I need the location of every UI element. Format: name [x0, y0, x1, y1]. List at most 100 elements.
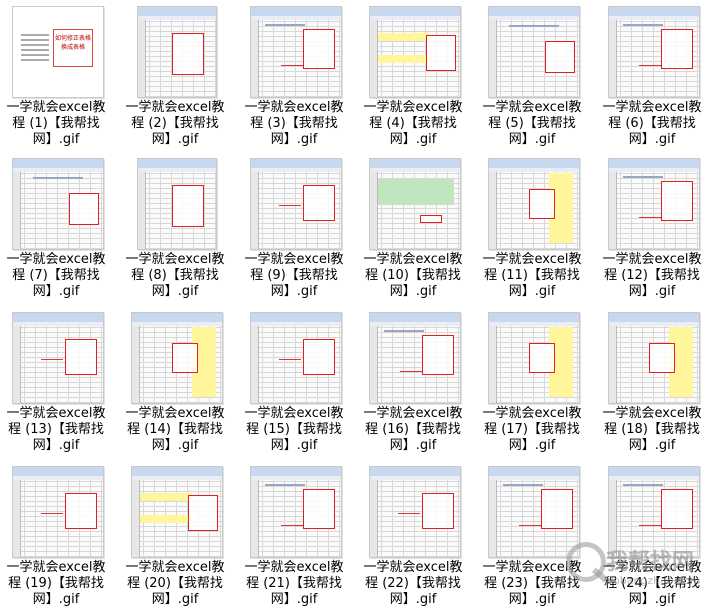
- file-name-line: 网】.gif: [32, 284, 80, 299]
- file-name: 一学就会excel教程 (22)【我帮找 网】.gif: [357, 560, 469, 608]
- file-thumbnail: [608, 6, 700, 98]
- file-name-line: 一学就会excel教: [6, 406, 106, 421]
- file-name: 一学就会excel教程 (13)【我帮找 网】.gif: [0, 406, 112, 454]
- file-name-line: 网】.gif: [628, 284, 676, 299]
- file-name-line: 程 (12)【我帮找: [604, 268, 700, 283]
- file-name-line: 一学就会excel教: [602, 252, 702, 267]
- file-name-line: 程 (5)【我帮找: [488, 116, 576, 131]
- file-name-line: 网】.gif: [32, 132, 80, 147]
- file-name-line: 程 (19)【我帮找: [8, 576, 104, 591]
- file-item[interactable]: 如何修正表格 换成表格一学就会excel教程 (1)【我帮找 网】.gif: [0, 0, 112, 150]
- file-name-line: 程 (3)【我帮找: [250, 116, 338, 131]
- file-item[interactable]: 一学就会excel教程 (7)【我帮找 网】.gif: [0, 152, 112, 302]
- file-name-line: 网】.gif: [628, 132, 676, 147]
- file-name: 一学就会excel教程 (12)【我帮找 网】.gif: [596, 252, 708, 300]
- file-name-line: 程 (17)【我帮找: [484, 422, 580, 437]
- file-item[interactable]: 一学就会excel教程 (24)【我帮找 网】.gif: [596, 460, 708, 610]
- file-name-line: 一学就会excel教: [244, 560, 344, 575]
- file-name-line: 程 (16)【我帮找: [365, 422, 461, 437]
- file-item[interactable]: 一学就会excel教程 (11)【我帮找 网】.gif: [476, 152, 588, 302]
- file-item[interactable]: 一学就会excel教程 (23)【我帮找 网】.gif: [476, 460, 588, 610]
- file-name: 一学就会excel教程 (6)【我帮找 网】.gif: [596, 100, 708, 148]
- file-name-line: 网】.gif: [151, 284, 199, 299]
- file-thumbnail: [250, 158, 342, 250]
- file-item[interactable]: 一学就会excel教程 (9)【我帮找 网】.gif: [238, 152, 350, 302]
- file-name-line: 程 (7)【我帮找: [12, 268, 100, 283]
- file-name-line: 一学就会excel教: [363, 560, 463, 575]
- file-thumbnail: [488, 6, 580, 98]
- file-item[interactable]: 一学就会excel教程 (3)【我帮找 网】.gif: [238, 0, 350, 150]
- file-item[interactable]: 一学就会excel教程 (17)【我帮找 网】.gif: [476, 306, 588, 456]
- file-item[interactable]: 一学就会excel教程 (22)【我帮找 网】.gif: [357, 460, 469, 610]
- file-name-line: 一学就会excel教: [125, 252, 225, 267]
- file-thumbnail: [250, 312, 342, 404]
- file-item[interactable]: 一学就会excel教程 (12)【我帮找 网】.gif: [596, 152, 708, 302]
- file-thumbnail: [137, 6, 217, 98]
- file-name-line: 网】.gif: [270, 438, 318, 453]
- file-name-line: 网】.gif: [508, 592, 556, 607]
- file-name-line: 网】.gif: [508, 132, 556, 147]
- file-item[interactable]: 一学就会excel教程 (6)【我帮找 网】.gif: [596, 0, 708, 150]
- file-item[interactable]: 一学就会excel教程 (14)【我帮找 网】.gif: [119, 306, 231, 456]
- file-item[interactable]: 一学就会excel教程 (5)【我帮找 网】.gif: [476, 0, 588, 150]
- file-thumbnail: [131, 466, 223, 558]
- file-name-line: 一学就会excel教: [602, 100, 702, 115]
- file-name: 一学就会excel教程 (14)【我帮找 网】.gif: [119, 406, 231, 454]
- file-name-line: 程 (22)【我帮找: [365, 576, 461, 591]
- file-item[interactable]: 一学就会excel教程 (20)【我帮找 网】.gif: [119, 460, 231, 610]
- file-thumbnail: [137, 158, 217, 250]
- file-name-line: 网】.gif: [389, 592, 437, 607]
- file-name-line: 程 (23)【我帮找: [484, 576, 580, 591]
- file-name: 一学就会excel教程 (17)【我帮找 网】.gif: [476, 406, 588, 454]
- file-item[interactable]: 一学就会excel教程 (4)【我帮找 网】.gif: [357, 0, 469, 150]
- file-name-line: 一学就会excel教: [602, 406, 702, 421]
- file-item[interactable]: 一学就会excel教程 (10)【我帮找 网】.gif: [357, 152, 469, 302]
- file-item[interactable]: 一学就会excel教程 (8)【我帮找 网】.gif: [119, 152, 231, 302]
- file-name: 一学就会excel教程 (24)【我帮找 网】.gif: [596, 560, 708, 608]
- file-thumbnail: [12, 158, 104, 250]
- file-item[interactable]: 一学就会excel教程 (13)【我帮找 网】.gif: [0, 306, 112, 456]
- file-name-line: 网】.gif: [151, 438, 199, 453]
- file-name-line: 程 (11)【我帮找: [484, 268, 580, 283]
- file-name: 一学就会excel教程 (16)【我帮找 网】.gif: [357, 406, 469, 454]
- file-name-line: 程 (14)【我帮找: [127, 422, 223, 437]
- file-thumbnail: [250, 466, 342, 558]
- file-thumbnail: [369, 6, 461, 98]
- file-name-line: 一学就会excel教: [482, 560, 582, 575]
- file-item[interactable]: 一学就会excel教程 (19)【我帮找 网】.gif: [0, 460, 112, 610]
- file-name-line: 一学就会excel教: [6, 252, 106, 267]
- file-name: 一学就会excel教程 (23)【我帮找 网】.gif: [476, 560, 588, 608]
- file-name: 一学就会excel教程 (1)【我帮找 网】.gif: [0, 100, 112, 148]
- file-thumbnail: [369, 158, 461, 250]
- file-item[interactable]: 一学就会excel教程 (15)【我帮找 网】.gif: [238, 306, 350, 456]
- file-name-line: 程 (24)【我帮找: [604, 576, 700, 591]
- file-name-line: 程 (8)【我帮找: [131, 268, 219, 283]
- file-name-line: 一学就会excel教: [602, 560, 702, 575]
- file-name-line: 程 (15)【我帮找: [246, 422, 342, 437]
- file-name: 一学就会excel教程 (10)【我帮找 网】.gif: [357, 252, 469, 300]
- file-name-line: 一学就会excel教: [244, 100, 344, 115]
- file-thumbnail: [12, 312, 104, 404]
- file-item[interactable]: 一学就会excel教程 (18)【我帮找 网】.gif: [596, 306, 708, 456]
- file-thumbnail: 如何修正表格 换成表格: [12, 6, 104, 98]
- file-name-line: 网】.gif: [628, 592, 676, 607]
- file-name-line: 程 (6)【我帮找: [608, 116, 696, 131]
- file-name-line: 一学就会excel教: [244, 252, 344, 267]
- file-name-line: 一学就会excel教: [363, 100, 463, 115]
- file-name-line: 网】.gif: [270, 592, 318, 607]
- file-name-line: 一学就会excel教: [125, 406, 225, 421]
- file-name-line: 网】.gif: [508, 284, 556, 299]
- file-thumbnail: [488, 158, 580, 250]
- file-name-line: 一学就会excel教: [6, 560, 106, 575]
- file-item[interactable]: 一学就会excel教程 (21)【我帮找 网】.gif: [238, 460, 350, 610]
- file-thumbnail: [488, 466, 580, 558]
- file-name-line: 程 (4)【我帮找: [369, 116, 457, 131]
- doc-label: 如何修正表格 换成表格: [53, 29, 93, 67]
- file-thumbnail: [250, 6, 342, 98]
- file-name-line: 程 (13)【我帮找: [8, 422, 104, 437]
- file-name-line: 程 (2)【我帮找: [131, 116, 219, 131]
- file-name-line: 一学就会excel教: [125, 560, 225, 575]
- file-name: 一学就会excel教程 (19)【我帮找 网】.gif: [0, 560, 112, 608]
- file-item[interactable]: 一学就会excel教程 (16)【我帮找 网】.gif: [357, 306, 469, 456]
- file-item[interactable]: 一学就会excel教程 (2)【我帮找 网】.gif: [119, 0, 231, 150]
